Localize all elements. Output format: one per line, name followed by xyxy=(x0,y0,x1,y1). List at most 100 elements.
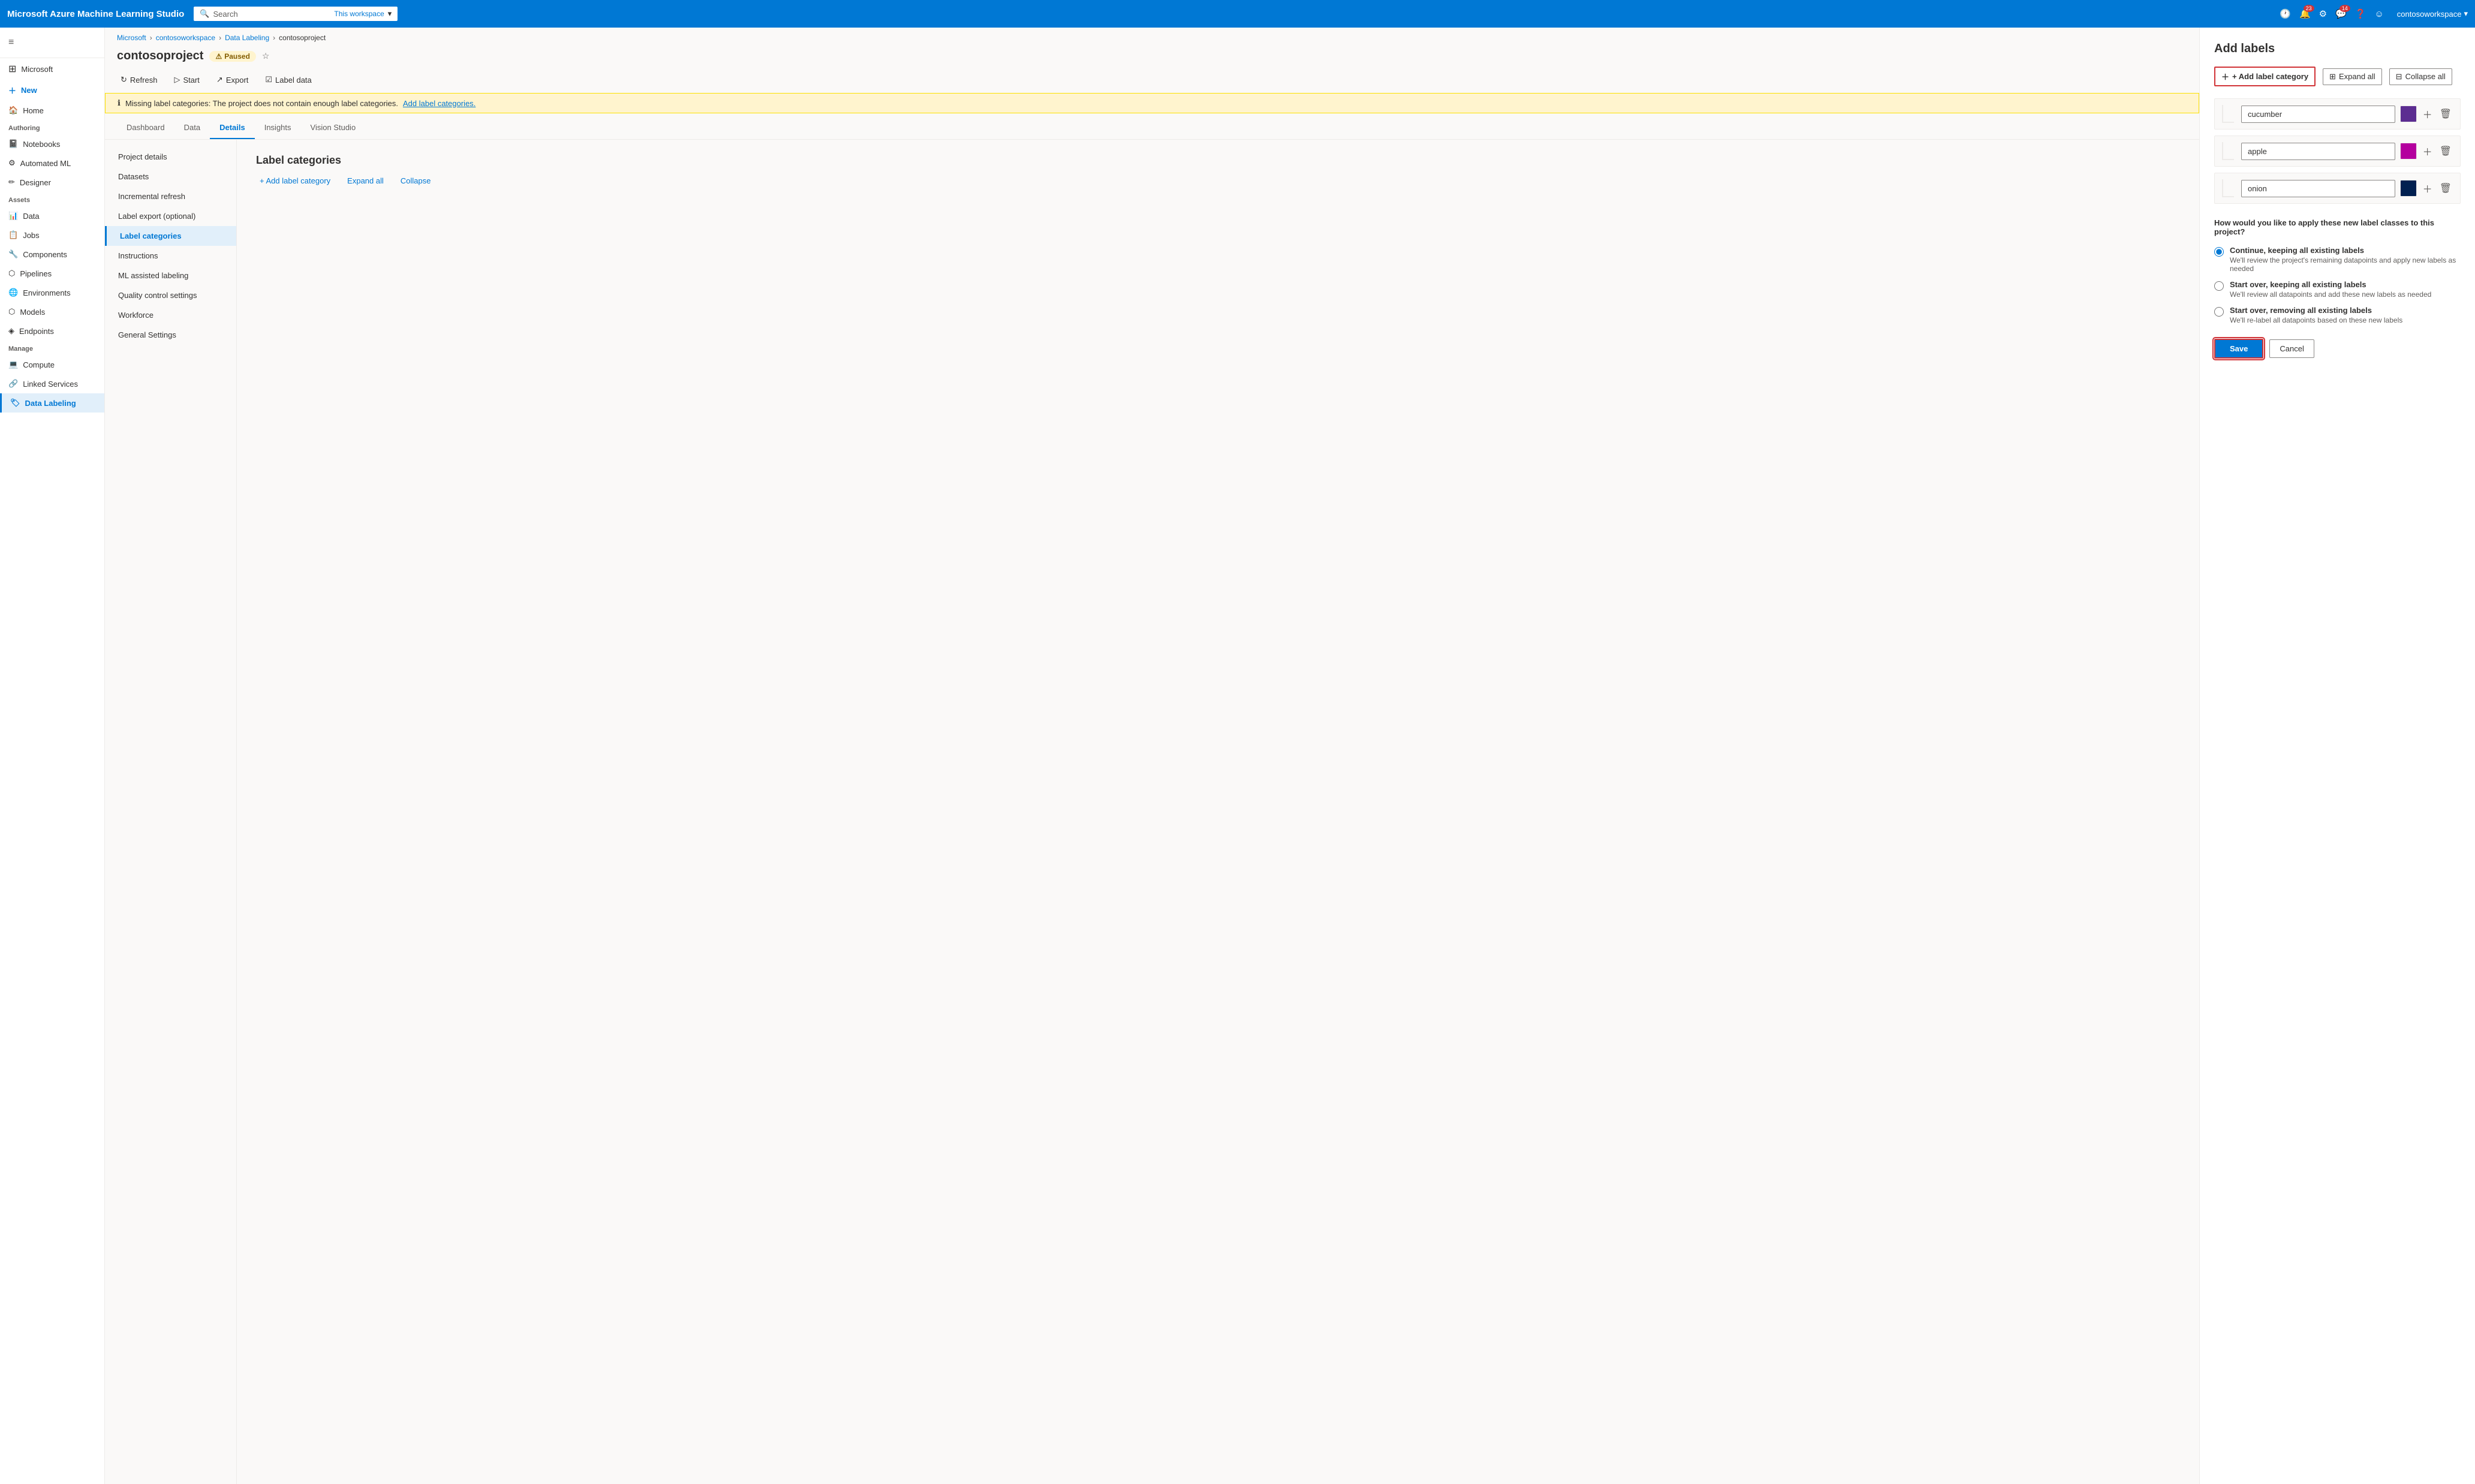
search-bar[interactable]: 🔍 Search This workspace ▾ xyxy=(194,7,398,21)
endpoints-icon: ◈ xyxy=(8,326,14,336)
nav-datasets[interactable]: Datasets xyxy=(105,167,236,186)
add-child-button-apple[interactable]: ＋ xyxy=(2422,143,2434,159)
sidebar-new-button[interactable]: ＋ New xyxy=(0,80,104,101)
radio-item-start-over-keep[interactable]: Start over, keeping all existing labels … xyxy=(2214,280,2461,299)
radio-start-over-keep-label: Start over, keeping all existing labels xyxy=(2230,280,2431,289)
radio-item-start-over-remove[interactable]: Start over, removing all existing labels… xyxy=(2214,306,2461,324)
delete-button-apple[interactable]: 🗑 xyxy=(2438,144,2453,158)
models-label: Models xyxy=(20,308,45,317)
sidebar-item-designer[interactable]: ✏ Designer xyxy=(0,173,104,192)
feedback-icon[interactable]: 💬 14 xyxy=(2335,8,2347,19)
nav-project-details[interactable]: Project details xyxy=(105,147,236,167)
label-data-icon: ☑ xyxy=(265,75,272,85)
delete-button-onion[interactable]: 🗑 xyxy=(2438,181,2453,195)
tab-vision-studio[interactable]: Vision Studio xyxy=(301,117,366,139)
radio-start-over-keep[interactable] xyxy=(2214,281,2224,291)
sidebar-item-home[interactable]: 🏠 Home xyxy=(0,101,104,120)
breadcrumb-data-labeling[interactable]: Data Labeling xyxy=(225,34,269,42)
sidebar-item-compute[interactable]: 💻 Compute xyxy=(0,355,104,374)
help-icon[interactable]: ❓ xyxy=(2355,8,2366,19)
breadcrumb-workspace[interactable]: contosoworkspace xyxy=(156,34,215,42)
sidebar-item-data[interactable]: 📊 Data xyxy=(0,206,104,225)
bell-badge: 23 xyxy=(2304,5,2314,12)
user-menu[interactable]: contosoworkspace ▾ xyxy=(2397,9,2468,19)
collapse-icon: ⊟ xyxy=(2396,72,2402,82)
sidebar-item-endpoints[interactable]: ◈ Endpoints xyxy=(0,321,104,341)
sidebar-item-microsoft[interactable]: ⊞ Microsoft xyxy=(0,58,104,80)
save-button[interactable]: Save xyxy=(2214,339,2263,359)
label-cat-toolbar: + Add label category Expand all Collapse xyxy=(256,174,2180,188)
sidebar-item-models[interactable]: ⬡ Models xyxy=(0,302,104,321)
sidebar-item-data-labeling[interactable]: 🏷 Data Labeling xyxy=(0,393,104,413)
label-input-onion[interactable] xyxy=(2241,180,2395,197)
nav-quality-control[interactable]: Quality control settings xyxy=(105,285,236,305)
expand-all-button-main[interactable]: Expand all xyxy=(344,174,387,188)
nav-ml-assisted[interactable]: ML assisted labeling xyxy=(105,266,236,285)
nav-workforce[interactable]: Workforce xyxy=(105,305,236,325)
collapse-all-button-main[interactable]: Collapse xyxy=(397,174,435,188)
status-icon: ⚠ xyxy=(215,52,222,61)
tab-dashboard[interactable]: Dashboard xyxy=(117,117,174,139)
label-input-apple[interactable] xyxy=(2241,143,2395,160)
add-child-button-cucumber[interactable]: ＋ xyxy=(2422,106,2434,122)
smiley-icon[interactable]: ☺ xyxy=(2374,9,2383,19)
search-icon: 🔍 xyxy=(200,9,209,19)
sidebar-item-components[interactable]: 🔧 Components xyxy=(0,245,104,264)
pipelines-label: Pipelines xyxy=(20,269,52,278)
sidebar-item-automated-ml[interactable]: ⚙ Automated ML xyxy=(0,153,104,173)
hamburger-menu[interactable]: ≡ xyxy=(0,32,104,53)
radio-continue-desc: We'll review the project's remaining dat… xyxy=(2230,256,2461,273)
expand-icon: ⊞ xyxy=(2329,72,2336,82)
label-input-cucumber[interactable] xyxy=(2241,106,2395,123)
sidebar-item-notebooks[interactable]: 📓 Notebooks xyxy=(0,134,104,153)
workspace-label[interactable]: This workspace xyxy=(334,10,384,18)
color-swatch-apple[interactable] xyxy=(2400,143,2417,159)
refresh-icon: ↻ xyxy=(121,75,127,85)
settings-icon[interactable]: ⚙ xyxy=(2319,8,2327,19)
refresh-button[interactable]: ↻ Refresh xyxy=(117,73,161,87)
add-label-category-button[interactable]: ＋ + Add label category xyxy=(2214,67,2316,86)
start-icon: ▷ xyxy=(174,75,180,85)
nav-label-categories[interactable]: Label categories xyxy=(105,226,236,246)
nav-incremental-refresh[interactable]: Incremental refresh xyxy=(105,186,236,206)
radio-start-over-remove[interactable] xyxy=(2214,307,2224,317)
start-button[interactable]: ▷ Start xyxy=(170,73,203,87)
export-button[interactable]: ↗ Export xyxy=(213,73,252,87)
collapse-all-button[interactable]: ⊟ Collapse all xyxy=(2389,68,2452,85)
home-label: Home xyxy=(23,106,44,115)
radio-continue[interactable] xyxy=(2214,247,2224,257)
color-swatch-cucumber[interactable] xyxy=(2400,106,2417,122)
color-swatch-onion[interactable] xyxy=(2400,180,2417,197)
sidebar-item-environments[interactable]: 🌐 Environments xyxy=(0,283,104,302)
tab-insights[interactable]: Insights xyxy=(255,117,301,139)
nav-label-export[interactable]: Label export (optional) xyxy=(105,206,236,226)
tab-data[interactable]: Data xyxy=(174,117,210,139)
section-title: Label categories xyxy=(256,154,2180,167)
radio-item-continue[interactable]: Continue, keeping all existing labels We… xyxy=(2214,246,2461,273)
cancel-button[interactable]: Cancel xyxy=(2269,339,2314,358)
delete-button-cucumber[interactable]: 🗑 xyxy=(2438,107,2453,121)
main-panel: Microsoft › contosoworkspace › Data Labe… xyxy=(105,28,2199,1484)
favorite-icon[interactable]: ☆ xyxy=(262,51,270,61)
warning-link[interactable]: Add label categories. xyxy=(403,99,475,108)
nav-instructions[interactable]: Instructions xyxy=(105,246,236,266)
add-child-button-onion[interactable]: ＋ xyxy=(2422,180,2434,197)
jobs-icon: 📋 xyxy=(8,230,18,240)
nav-general-settings[interactable]: General Settings xyxy=(105,325,236,345)
label-data-button[interactable]: ☑ Label data xyxy=(261,73,315,87)
add-icon: ＋ xyxy=(2221,71,2229,82)
add-label-category-button-main[interactable]: + Add label category xyxy=(256,174,334,188)
tab-details[interactable]: Details xyxy=(210,117,255,139)
bell-icon[interactable]: 🔔 23 xyxy=(2299,8,2311,19)
sidebar-item-linked-services[interactable]: 🔗 Linked Services xyxy=(0,374,104,393)
breadcrumb-microsoft[interactable]: Microsoft xyxy=(117,34,146,42)
expand-all-button[interactable]: ⊞ Expand all xyxy=(2323,68,2382,85)
username: contosoworkspace xyxy=(2397,10,2462,19)
project-title: contosoproject xyxy=(117,49,203,63)
label-data-label: Label data xyxy=(275,76,312,85)
sidebar-item-pipelines[interactable]: ⬡ Pipelines xyxy=(0,264,104,283)
user-chevron: ▾ xyxy=(2464,9,2468,19)
history-icon[interactable]: 🕐 xyxy=(2280,8,2291,19)
breadcrumb-sep1: › xyxy=(150,34,152,42)
sidebar-item-jobs[interactable]: 📋 Jobs xyxy=(0,225,104,245)
